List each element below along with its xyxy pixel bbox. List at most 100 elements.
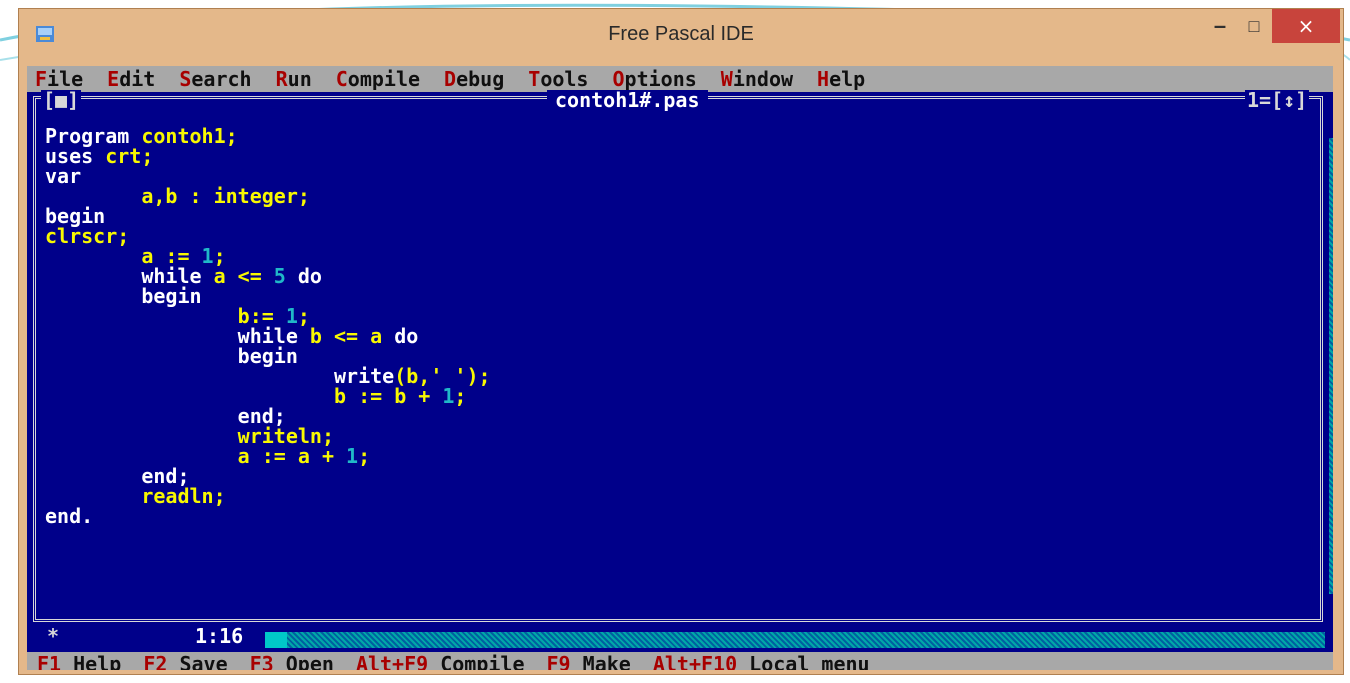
code-token: ; xyxy=(454,384,467,408)
title-bar[interactable]: Free Pascal IDE – □ × xyxy=(19,9,1343,65)
status-label: Save xyxy=(167,652,228,670)
code-editor[interactable]: Program contoh1; uses crt; var a,b : integ… xyxy=(45,126,491,526)
code-token: ; xyxy=(358,444,371,468)
console-area: File Edit Search Run Compile Debug Tools Option… xyxy=(27,66,1333,670)
code-token: 5 xyxy=(273,264,286,288)
code-line: b:= 1; xyxy=(45,306,491,326)
menu-tools[interactable]: Tools xyxy=(528,69,588,89)
vertical-scrollbar[interactable] xyxy=(1329,138,1333,594)
code-token: crt; xyxy=(105,144,154,168)
minimize-icon: – xyxy=(1213,13,1227,38)
code-line: end; xyxy=(45,406,491,426)
editor-close-box[interactable]: [■] xyxy=(41,88,82,112)
menu-label-rest: dit xyxy=(119,67,156,91)
code-line: Program contoh1; xyxy=(45,126,491,146)
status-label: Help xyxy=(61,652,122,670)
status-key: F1 xyxy=(37,652,62,670)
menu-label-rest: elp xyxy=(829,67,866,91)
code-token: a := a + xyxy=(237,444,347,468)
close-button[interactable]: × xyxy=(1272,9,1340,43)
code-line: a := 1; xyxy=(45,246,491,266)
status-open[interactable]: F3 Open xyxy=(250,654,334,670)
status-key: F3 xyxy=(249,652,274,670)
menu-hotkey-letter: D xyxy=(444,67,457,91)
code-line: begin xyxy=(45,206,491,226)
status-label: Make xyxy=(570,652,631,670)
code-token: a,b : integer; xyxy=(141,184,310,208)
status-local-menu[interactable]: Alt+F10 Local menu xyxy=(653,654,870,670)
code-line: begin xyxy=(45,286,491,306)
status-bar: F1 Help F2 Save F3 Open Alt+F9 Compile F9 Ma… xyxy=(27,652,1333,670)
horizontal-scrollbar[interactable] xyxy=(265,632,1325,648)
code-token: contoh1; xyxy=(141,124,238,148)
menu-hotkey-letter: R xyxy=(275,67,288,91)
code-line: a := a + 1; xyxy=(45,446,491,466)
menu-compile[interactable]: Compile xyxy=(336,69,420,89)
menu-hotkey-letter: H xyxy=(817,67,830,91)
code-line: b := b + 1; xyxy=(45,386,491,406)
status-key: F2 xyxy=(143,652,168,670)
status-key: Alt+F10 xyxy=(652,652,738,670)
window-title: Free Pascal IDE xyxy=(608,23,754,45)
menu-label-rest: ompile xyxy=(347,67,421,91)
menu-options[interactable]: Options xyxy=(612,69,696,89)
ide-window: Free Pascal IDE – □ × File Edit Search Run C… xyxy=(18,8,1344,675)
maximize-button[interactable]: □ xyxy=(1237,9,1271,43)
code-line: a,b : integer; xyxy=(45,186,491,206)
menu-debug[interactable]: Debug xyxy=(444,69,504,89)
code-line: clrscr; xyxy=(45,226,491,246)
close-icon: × xyxy=(1297,14,1315,38)
code-token: readln; xyxy=(141,484,226,508)
menu-file[interactable]: File xyxy=(35,69,83,89)
code-token: b <= a xyxy=(309,324,383,348)
code-line: readln; xyxy=(45,486,491,506)
menu-run[interactable]: Run xyxy=(276,69,312,89)
code-line: writeln; xyxy=(45,426,491,446)
menu-label-rest: indow xyxy=(732,67,794,91)
menu-hotkey-letter: E xyxy=(107,67,120,91)
close-box-label: [■] xyxy=(43,88,80,112)
code-line: while a <= 5 do xyxy=(45,266,491,286)
code-line: end; xyxy=(45,466,491,486)
minimize-button[interactable]: – xyxy=(1203,9,1237,43)
status-label: Compile xyxy=(428,652,525,670)
status-compile[interactable]: Alt+F9 Compile xyxy=(356,654,525,670)
menu-label-rest: ebug xyxy=(456,67,505,91)
menu-label-rest: un xyxy=(287,67,312,91)
menu-window[interactable]: Window xyxy=(721,69,793,89)
code-token: b := b + xyxy=(333,384,443,408)
status-save[interactable]: F2 Save xyxy=(143,654,227,670)
code-token: 1 xyxy=(442,384,455,408)
editor-window-number[interactable]: 1=[↕] xyxy=(1245,90,1310,110)
code-line: uses crt; xyxy=(45,146,491,166)
code-line: end. xyxy=(45,506,491,526)
menu-hotkey-letter: T xyxy=(528,67,541,91)
modified-marker: * xyxy=(47,624,60,648)
status-key: F9 xyxy=(546,652,571,670)
menu-search[interactable]: Search xyxy=(179,69,251,89)
status-label: Local menu xyxy=(737,652,870,670)
code-line: write(b,' '); xyxy=(45,366,491,386)
code-line: while b <= a do xyxy=(45,326,491,346)
status-key: Alt+F9 xyxy=(355,652,429,670)
menu-hotkey-letter: C xyxy=(335,67,348,91)
horizontal-scroll-thumb[interactable] xyxy=(265,632,287,648)
code-token: 1 xyxy=(346,444,359,468)
menu-label-rest: earch xyxy=(191,67,252,91)
code-token: do xyxy=(285,264,322,288)
maximize-icon: □ xyxy=(1248,15,1260,36)
status-label: Open xyxy=(273,652,334,670)
menu-hotkey-letter: S xyxy=(179,67,192,91)
status-make[interactable]: F9 Make xyxy=(547,654,631,670)
code-line: var xyxy=(45,166,491,186)
code-token: end. xyxy=(45,504,94,528)
code-token: do xyxy=(382,324,419,348)
cursor-position: 1:16 xyxy=(195,624,244,648)
code-token: a <= xyxy=(213,264,274,288)
menu-edit[interactable]: Edit xyxy=(107,69,155,89)
code-line: begin xyxy=(45,346,491,366)
status-help[interactable]: F1 Help xyxy=(37,654,121,670)
menu-hotkey-letter: W xyxy=(720,67,733,91)
menu-help[interactable]: Help xyxy=(817,69,865,89)
editor-filename: contoh1#.pas xyxy=(547,90,708,110)
